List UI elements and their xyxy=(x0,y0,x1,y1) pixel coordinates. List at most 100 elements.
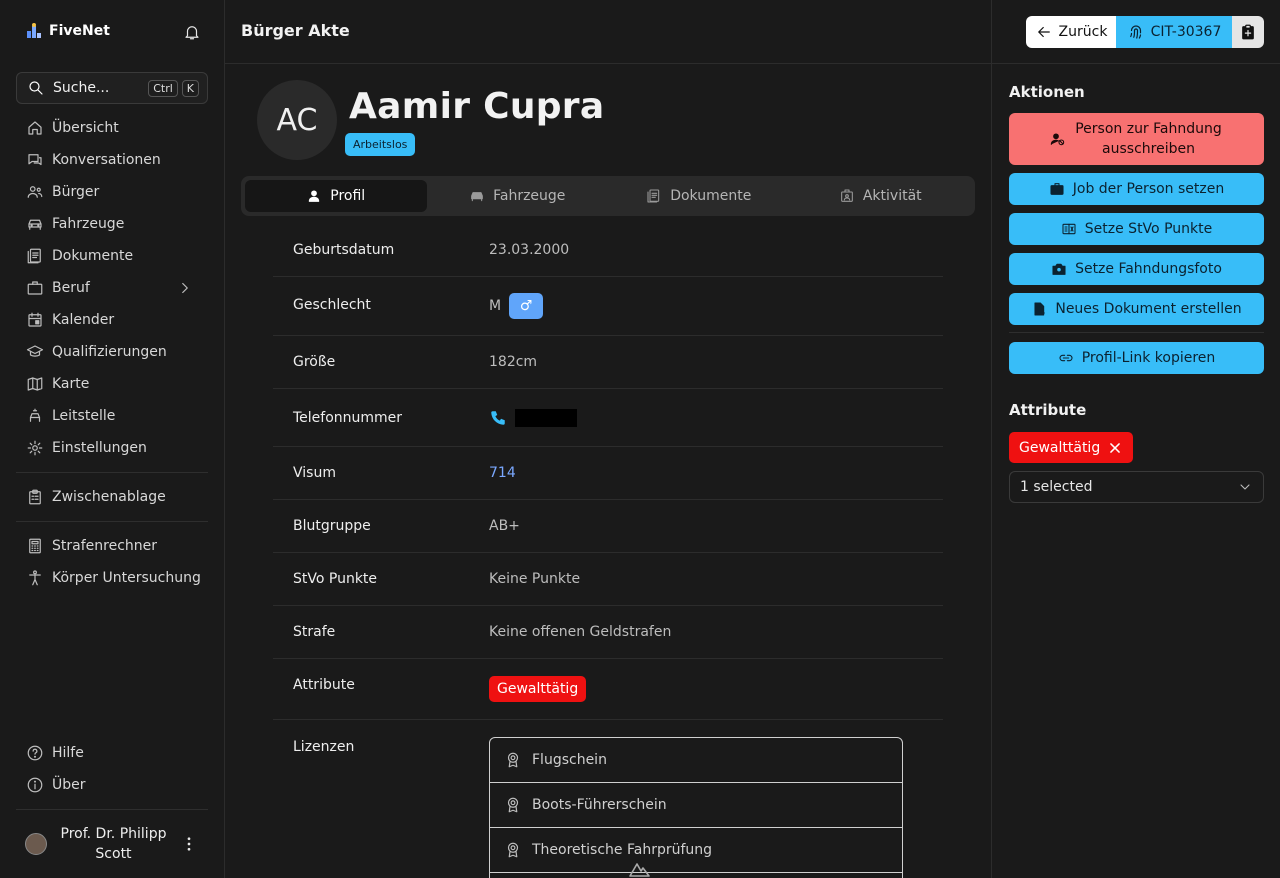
field-value: M ♂ xyxy=(489,293,943,319)
set-stvo-points-button[interactable]: Setze StVo Punkte xyxy=(1009,213,1264,245)
sidebar-item-label: Dokumente xyxy=(52,248,134,264)
close-icon[interactable] xyxy=(1108,441,1122,455)
tab-activity[interactable]: Aktivität xyxy=(790,180,972,212)
tab-label: Fahrzeuge xyxy=(493,188,566,204)
visa-link[interactable]: 714 xyxy=(489,465,516,481)
citizen-id-button[interactable]: CIT-30367 xyxy=(1116,16,1232,48)
sidebar-item-job[interactable]: Beruf xyxy=(16,272,208,304)
user-name-line2: Scott xyxy=(95,846,132,862)
gender-value: M xyxy=(489,298,502,314)
sidebar-item-documents[interactable]: Dokumente xyxy=(16,240,208,272)
sidebar-item-citizens[interactable]: Bürger xyxy=(16,176,208,208)
dispatch-icon xyxy=(29,408,41,422)
field-fine: Strafe Keine offenen Geldstrafen xyxy=(273,606,943,659)
document-icon xyxy=(27,248,41,264)
tab-profile[interactable]: Profil xyxy=(245,180,427,212)
field-label: Strafe xyxy=(293,624,336,640)
job-badge: Arbeitslos xyxy=(345,133,416,156)
clipboard-plus-icon xyxy=(1242,24,1254,40)
tab-vehicles[interactable]: Fahrzeuge xyxy=(427,180,609,212)
set-wanted-photo-button[interactable]: Setze Fahndungsfoto xyxy=(1009,253,1264,285)
citizen-profile: AC Aamir Cupra Arbeitslos Profil Fahrzeu… xyxy=(225,64,991,878)
field-value xyxy=(489,408,943,427)
field-attributes: Attribute Gewalttätig xyxy=(273,659,943,720)
activity-icon xyxy=(840,189,853,202)
sidebar-item-overview[interactable]: Übersicht xyxy=(16,112,208,144)
attributes-title: Attribute xyxy=(1009,401,1087,419)
sidebar-item-body-exam[interactable]: Körper Untersuchung xyxy=(16,562,208,594)
copy-profile-link-button[interactable]: Profil-Link kopieren xyxy=(1009,342,1264,374)
field-visa: Visum 714 xyxy=(273,447,943,500)
calendar-icon xyxy=(28,312,42,327)
home-icon xyxy=(28,121,42,135)
sidebar-item-help[interactable]: Hilfe xyxy=(16,737,208,769)
field-label: Blutgruppe xyxy=(293,518,371,534)
license-name: Theoretische Fahrprüfung xyxy=(532,842,713,858)
kbd-ctrl: Ctrl xyxy=(148,79,178,97)
back-button[interactable]: Zurück xyxy=(1026,16,1116,48)
nuxt-logo-icon xyxy=(629,863,650,877)
back-label: Zurück xyxy=(1058,24,1108,40)
badge-icon xyxy=(507,752,519,768)
brand[interactable]: FiveNet xyxy=(25,22,110,40)
sidebar-item-fine-calculator[interactable]: Strafenrechner xyxy=(16,530,208,562)
field-height: Größe 182cm xyxy=(273,336,943,389)
search-input[interactable]: Suche... Ctrl K xyxy=(16,72,208,104)
field-phone: Telefonnummer xyxy=(273,389,943,447)
tab-label: Profil xyxy=(330,188,366,204)
sidebar-item-vehicles[interactable]: Fahrzeuge xyxy=(16,208,208,240)
field-value: Keine Punkte xyxy=(489,571,581,587)
sidebar-item-label: Kalender xyxy=(52,312,115,328)
document-icon xyxy=(647,189,660,203)
sidebar-item-label: Körper Untersuchung xyxy=(52,570,201,586)
sidebar-item-label: Beruf xyxy=(52,280,90,296)
sidebar-item-dispatch[interactable]: Leitstelle xyxy=(16,400,208,432)
create-document-button[interactable]: Neues Dokument erstellen xyxy=(1009,293,1264,325)
notifications-button[interactable] xyxy=(183,23,201,41)
list-item: Flugschein xyxy=(490,738,902,783)
create-document-label: Neues Dokument erstellen xyxy=(1055,301,1242,317)
user-menu[interactable]: Prof. Dr. Philipp Scott xyxy=(16,820,208,868)
fingerprint-icon xyxy=(1129,25,1141,39)
field-label: Geburtsdatum xyxy=(293,242,395,258)
citizen-name: Aamir Cupra xyxy=(349,86,605,127)
sidebar-item-clipboard[interactable]: Zwischenablage xyxy=(16,481,208,513)
sidebar-item-calendar[interactable]: Kalender xyxy=(16,304,208,336)
tab-label: Dokumente xyxy=(670,188,752,204)
list-item xyxy=(490,873,902,878)
set-job-button[interactable]: Job der Person setzen xyxy=(1009,173,1264,205)
sidebar-item-label: Karte xyxy=(52,376,90,392)
more-vertical-icon[interactable] xyxy=(180,835,198,853)
set-wanted-button[interactable]: Person zur Fahndung ausschreiben xyxy=(1009,113,1264,165)
field-value: AB+ xyxy=(489,518,520,534)
actions-panel: Aktionen Person zur Fahndung ausschreibe… xyxy=(991,64,1280,878)
kbd-k: K xyxy=(181,79,199,97)
fivenet-logo-icon xyxy=(27,23,41,38)
phone-icon[interactable] xyxy=(489,409,507,427)
actions-divider xyxy=(1009,332,1264,333)
field-label: StVo Punkte xyxy=(293,571,378,587)
tab-label: Aktivität xyxy=(862,188,922,204)
map-icon xyxy=(27,377,43,391)
gear-icon xyxy=(27,440,43,456)
set-job-label: Job der Person setzen xyxy=(1072,181,1225,197)
attributes-select[interactable]: 1 selected xyxy=(1009,471,1264,503)
link-icon xyxy=(1059,354,1073,362)
sidebar-item-qualifications[interactable]: Qualifizierungen xyxy=(16,336,208,368)
sidebar-item-settings[interactable]: Einstellungen xyxy=(16,432,208,464)
sidebar-item-label: Konversationen xyxy=(52,152,161,168)
document-plus-icon xyxy=(1034,302,1046,316)
sidebar-item-conversations[interactable]: Konversationen xyxy=(16,144,208,176)
attribute-badge: Gewalttätig xyxy=(489,676,587,702)
sidebar-item-map[interactable]: Karte xyxy=(16,368,208,400)
field-value: 182cm xyxy=(489,354,538,370)
tab-documents[interactable]: Dokumente xyxy=(608,180,790,212)
calculator-icon xyxy=(29,538,41,554)
license-name: Boots-Führerschein xyxy=(532,797,667,813)
sidebar-item-label: Übersicht xyxy=(52,120,119,136)
chevron-down-icon xyxy=(1240,484,1250,490)
search-icon xyxy=(29,81,43,95)
clipboard-add-button[interactable] xyxy=(1232,16,1264,48)
graduation-icon xyxy=(26,345,44,357)
sidebar-item-about[interactable]: Über xyxy=(16,769,208,801)
